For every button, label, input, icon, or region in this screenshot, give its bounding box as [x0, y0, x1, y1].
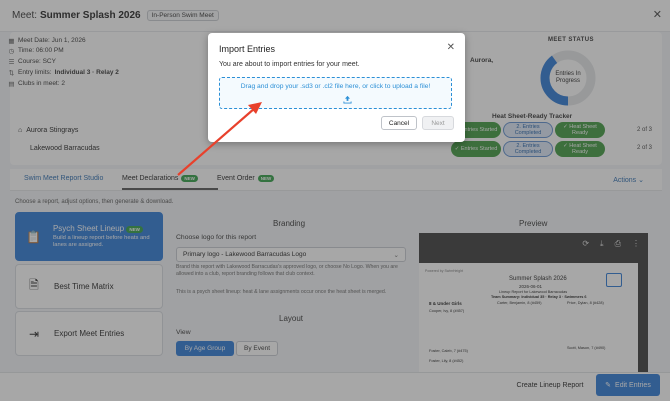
close-icon[interactable]: ✕ — [447, 42, 455, 53]
upload-icon — [343, 95, 352, 104]
import-entries-modal: Import Entries ✕ You are about to import… — [208, 33, 465, 142]
modal-title: Import Entries — [219, 44, 276, 54]
modal-body-text: You are about to import entries for your… — [219, 61, 360, 68]
next-button[interactable]: Next — [422, 116, 454, 130]
cancel-button[interactable]: Cancel — [381, 116, 417, 130]
file-dropzone[interactable]: Drag and drop your .sd3 or .cl2 file her… — [219, 77, 452, 109]
dropzone-text: Drag and drop your .sd3 or .cl2 file her… — [240, 83, 431, 90]
